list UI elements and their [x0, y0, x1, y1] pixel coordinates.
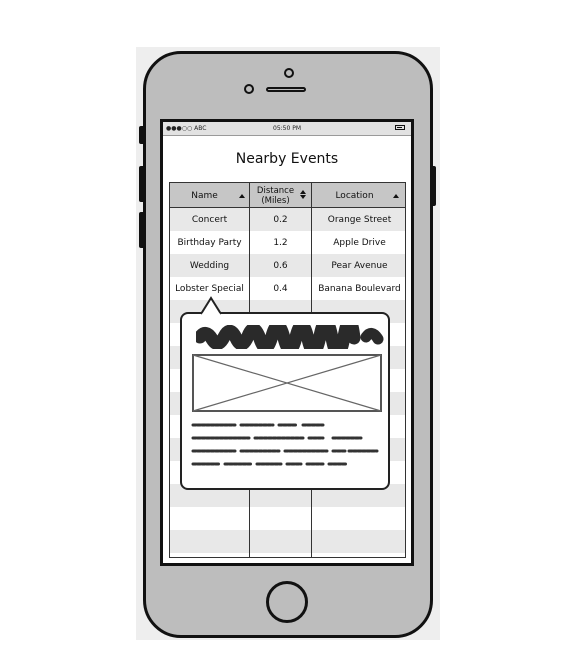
- scribbled-text-lines: [191, 423, 379, 466]
- cell-distance: 0.4: [273, 283, 288, 294]
- scribbled-heading: [196, 325, 384, 349]
- battery-icon: [395, 125, 405, 130]
- volume-down-button: [139, 212, 145, 248]
- cell-name: Wedding: [189, 260, 230, 271]
- page-title: Nearby Events: [235, 151, 339, 167]
- mute-switch: [139, 126, 145, 144]
- cell-location: Banana Boulevard: [318, 283, 401, 294]
- cell-distance: 0.6: [273, 260, 288, 271]
- cell-location: Orange Street: [327, 214, 392, 225]
- cell-location: Apple Drive: [333, 237, 386, 248]
- cell-name: Concert: [191, 214, 228, 225]
- column-header-name-label: Name: [191, 190, 218, 201]
- camera-icon: [284, 68, 294, 78]
- speaker-grille: [266, 87, 306, 92]
- sort-asc-icon: [393, 194, 399, 198]
- table-row-stripe: [170, 530, 405, 553]
- status-bar: ●●●○○ ABC 05:50 PM: [163, 122, 411, 136]
- column-header-name[interactable]: Name: [170, 183, 249, 208]
- status-time: 05:50 PM: [273, 125, 301, 132]
- home-button[interactable]: [266, 581, 308, 623]
- sort-down-icon: [300, 195, 306, 199]
- image-placeholder-icon: [192, 354, 382, 412]
- popover-pointer: [200, 296, 222, 315]
- column-header-location-label: Location: [335, 190, 374, 201]
- cell-distance: 1.2: [273, 237, 288, 248]
- column-header-distance-label: Distance (Miles): [256, 185, 295, 206]
- power-button: [430, 166, 436, 206]
- cell-name: Birthday Party: [177, 237, 242, 248]
- sensor-icon: [244, 84, 254, 94]
- cell-distance: 0.2: [273, 214, 288, 225]
- column-header-distance[interactable]: Distance (Miles): [250, 183, 311, 208]
- volume-up-button: [139, 166, 145, 202]
- cell-location: Pear Avenue: [331, 260, 388, 271]
- sort-up-icon: [300, 190, 306, 194]
- sort-asc-icon: [239, 194, 245, 198]
- column-header-location[interactable]: Location: [312, 183, 407, 208]
